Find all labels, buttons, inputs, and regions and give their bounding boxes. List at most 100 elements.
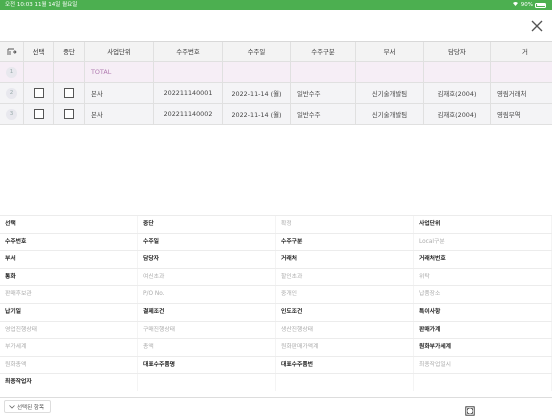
field-selector-panel: 선택 중단 확정 사업단위수주번호 수주일 수주구분 Local구분부서 담당자 거래처 거래처번… [0, 215, 552, 391]
expand-icon [465, 406, 475, 416]
field-option[interactable]: 납기일 [0, 303, 138, 321]
row-number: 1 [0, 62, 24, 83]
select-checkbox[interactable] [24, 104, 54, 125]
header-stop[interactable]: 중단 [54, 42, 85, 62]
cell-client[interactable]: 영림거래처 [491, 83, 552, 104]
header-business-unit[interactable]: 사업단위 [85, 42, 154, 62]
grid-header-row: 선택 중단 사업단위 수주번호 수주일 수주구분 부서 담당자 거 [0, 42, 552, 62]
select-checkbox[interactable] [24, 83, 54, 104]
field-option[interactable]: 거래처번호 [414, 251, 552, 268]
header-select[interactable]: 선택 [24, 42, 54, 62]
field-option[interactable]: 부서 [0, 251, 138, 268]
field-option[interactable]: 대표수주품번 [276, 356, 414, 374]
cell-department[interactable]: 신기술개발팀 [356, 104, 424, 125]
wifi-icon [512, 0, 519, 10]
status-time-date: 오전 10:03 11월 14일 월요일 [5, 2, 78, 8]
field-option[interactable]: 위탁 [414, 268, 552, 286]
field-option[interactable]: 중개인 [276, 286, 414, 303]
header-order-number[interactable]: 수주번호 [154, 42, 223, 62]
total-cell [291, 62, 356, 83]
cell-order-date[interactable]: 2022-11-14 (월) [223, 83, 291, 104]
field-option[interactable]: P/O No. [138, 286, 276, 303]
total-cell [223, 62, 291, 83]
field-option[interactable]: 사업단위 [414, 216, 552, 233]
field-row: 원화총액 대표수주품명 대표수주품번 최종작업일시 [0, 355, 552, 374]
header-client[interactable]: 거 [491, 42, 552, 62]
field-option[interactable]: 생산진행상태 [276, 321, 414, 339]
field-option[interactable]: 영업진행상태 [0, 321, 138, 339]
cell-order-type[interactable]: 일반수주 [291, 83, 356, 104]
field-row: 영업진행상태 구매진행상태 생산진행상태 판매가계 [0, 320, 552, 339]
close-button[interactable] [528, 17, 546, 35]
field-option[interactable]: 구매진행상태 [138, 321, 276, 339]
expand-button[interactable] [465, 401, 475, 416]
cell-business-unit[interactable]: 본사 [85, 104, 154, 125]
cell-manager[interactable]: 김재호(2004) [424, 104, 491, 125]
table-row[interactable]: 2 본사 202211140001 2022-11-14 (월) 일반수주 신기… [0, 83, 552, 104]
status-bar: 오전 10:03 11월 14일 월요일 90% [0, 0, 552, 10]
cell-order-number[interactable]: 202211140002 [154, 104, 223, 125]
field-option[interactable]: 대표수주품명 [138, 356, 276, 374]
chevron-down-icon [9, 404, 15, 409]
field-option[interactable]: 결제조건 [138, 303, 276, 321]
total-cell [54, 62, 85, 83]
field-option[interactable]: 여신초과 [138, 268, 276, 286]
field-option[interactable]: Local구분 [414, 233, 552, 251]
field-option[interactable]: 인도조건 [276, 303, 414, 321]
row-number: 3 [0, 104, 24, 125]
column-settings-icon [7, 48, 17, 55]
header-order-date[interactable]: 수주일 [223, 42, 291, 62]
status-right: 90% [512, 0, 546, 10]
field-option[interactable]: 중단 [138, 216, 276, 233]
field-option[interactable]: 납품장소 [414, 286, 552, 303]
header-department[interactable]: 부서 [356, 42, 424, 62]
field-option[interactable]: 수주구분 [276, 233, 414, 251]
cell-order-date[interactable]: 2022-11-14 (월) [223, 104, 291, 125]
field-option[interactable]: 선택 [0, 216, 138, 233]
cell-business-unit[interactable]: 본사 [85, 83, 154, 104]
field-option[interactable]: 판매가계 [414, 321, 552, 339]
selected-items-button[interactable]: 선택된 항목 [4, 400, 52, 413]
field-option[interactable]: 최종작업일시 [414, 356, 552, 374]
field-option[interactable]: 거래처 [276, 251, 414, 268]
table-row[interactable]: 3 본사 202211140002 2022-11-14 (월) 일반수주 신기… [0, 104, 552, 125]
field-option[interactable]: 특이사항 [414, 303, 552, 321]
cell-order-type[interactable]: 일반수주 [291, 104, 356, 125]
footer-bar: 선택된 항목 [0, 397, 552, 416]
field-option[interactable]: 확정 [276, 216, 414, 233]
field-option[interactable]: 수주일 [138, 233, 276, 251]
cell-department[interactable]: 신기술개발팀 [356, 83, 424, 104]
field-option[interactable]: 원화부가세계 [414, 339, 552, 356]
empty-cell [138, 374, 276, 391]
cell-order-number[interactable]: 202211140001 [154, 83, 223, 104]
total-label: TOTAL [85, 62, 154, 83]
close-icon [531, 20, 543, 32]
battery-percent: 90% [520, 2, 533, 8]
field-option[interactable]: 총액 [138, 339, 276, 356]
field-option[interactable]: 최종작업자 [0, 374, 138, 391]
row-number: 2 [0, 83, 24, 104]
field-option[interactable]: 원화총액 [0, 356, 138, 374]
selected-items-label: 선택된 항목 [17, 404, 45, 411]
cell-manager[interactable]: 김재호(2004) [424, 83, 491, 104]
field-option[interactable]: 부가세계 [0, 339, 138, 356]
stop-checkbox[interactable] [54, 83, 85, 104]
field-option[interactable]: 할인초과 [276, 268, 414, 286]
stop-checkbox[interactable] [54, 104, 85, 125]
header-order-type[interactable]: 수주구분 [291, 42, 356, 62]
column-settings-button[interactable] [0, 42, 24, 62]
field-row: 판매후보관 P/O No. 중개인 납품장소 [0, 285, 552, 303]
field-option[interactable]: 수주번호 [0, 233, 138, 251]
field-option[interactable]: 통화 [0, 268, 138, 286]
field-option[interactable]: 원화판매가액계 [276, 339, 414, 356]
battery-icon [535, 2, 546, 8]
field-option[interactable]: 판매후보관 [0, 286, 138, 303]
field-row: 통화 여신초과 할인초과 위탁 [0, 267, 552, 286]
field-option[interactable]: 담당자 [138, 251, 276, 268]
field-row: 최종작업자 [0, 373, 552, 391]
total-cell [491, 62, 552, 83]
field-row: 납기일 결제조건 인도조건 특이사항 [0, 302, 552, 321]
header-manager[interactable]: 담당자 [424, 42, 491, 62]
cell-client[interactable]: 영림무역 [491, 104, 552, 125]
total-cell [356, 62, 424, 83]
